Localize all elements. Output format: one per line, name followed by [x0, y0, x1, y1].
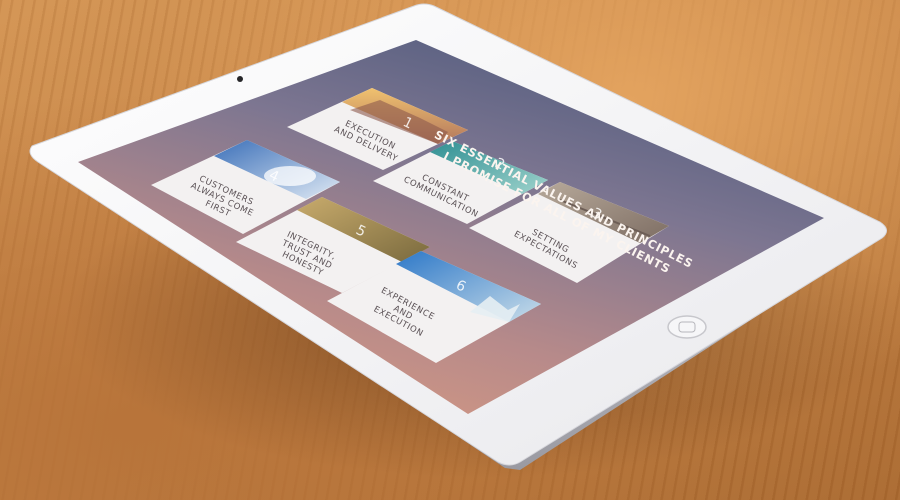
card-5-label[interactable]: INTEGRITY, TRUST AND HONESTY: [260, 222, 354, 288]
card-4-label[interactable]: CUSTOMERS ALWAYS COME FIRST: [175, 167, 269, 232]
card-1-label[interactable]: EXECUTION AND DELIVERY: [323, 111, 413, 168]
headline-line-2: I PROMISE FOR ALL OF MY CLIENTS: [441, 148, 673, 277]
photo-scene: 1 2 3 4 5 6 SIX ESSENTIAL VALUES AND PRI…: [0, 0, 900, 500]
tablet-screen-content: SIX ESSENTIAL VALUES AND PRINCIPLES I PR…: [0, 0, 900, 500]
card-6-label[interactable]: EXPERIENCE AND EXECUTION: [356, 279, 450, 348]
